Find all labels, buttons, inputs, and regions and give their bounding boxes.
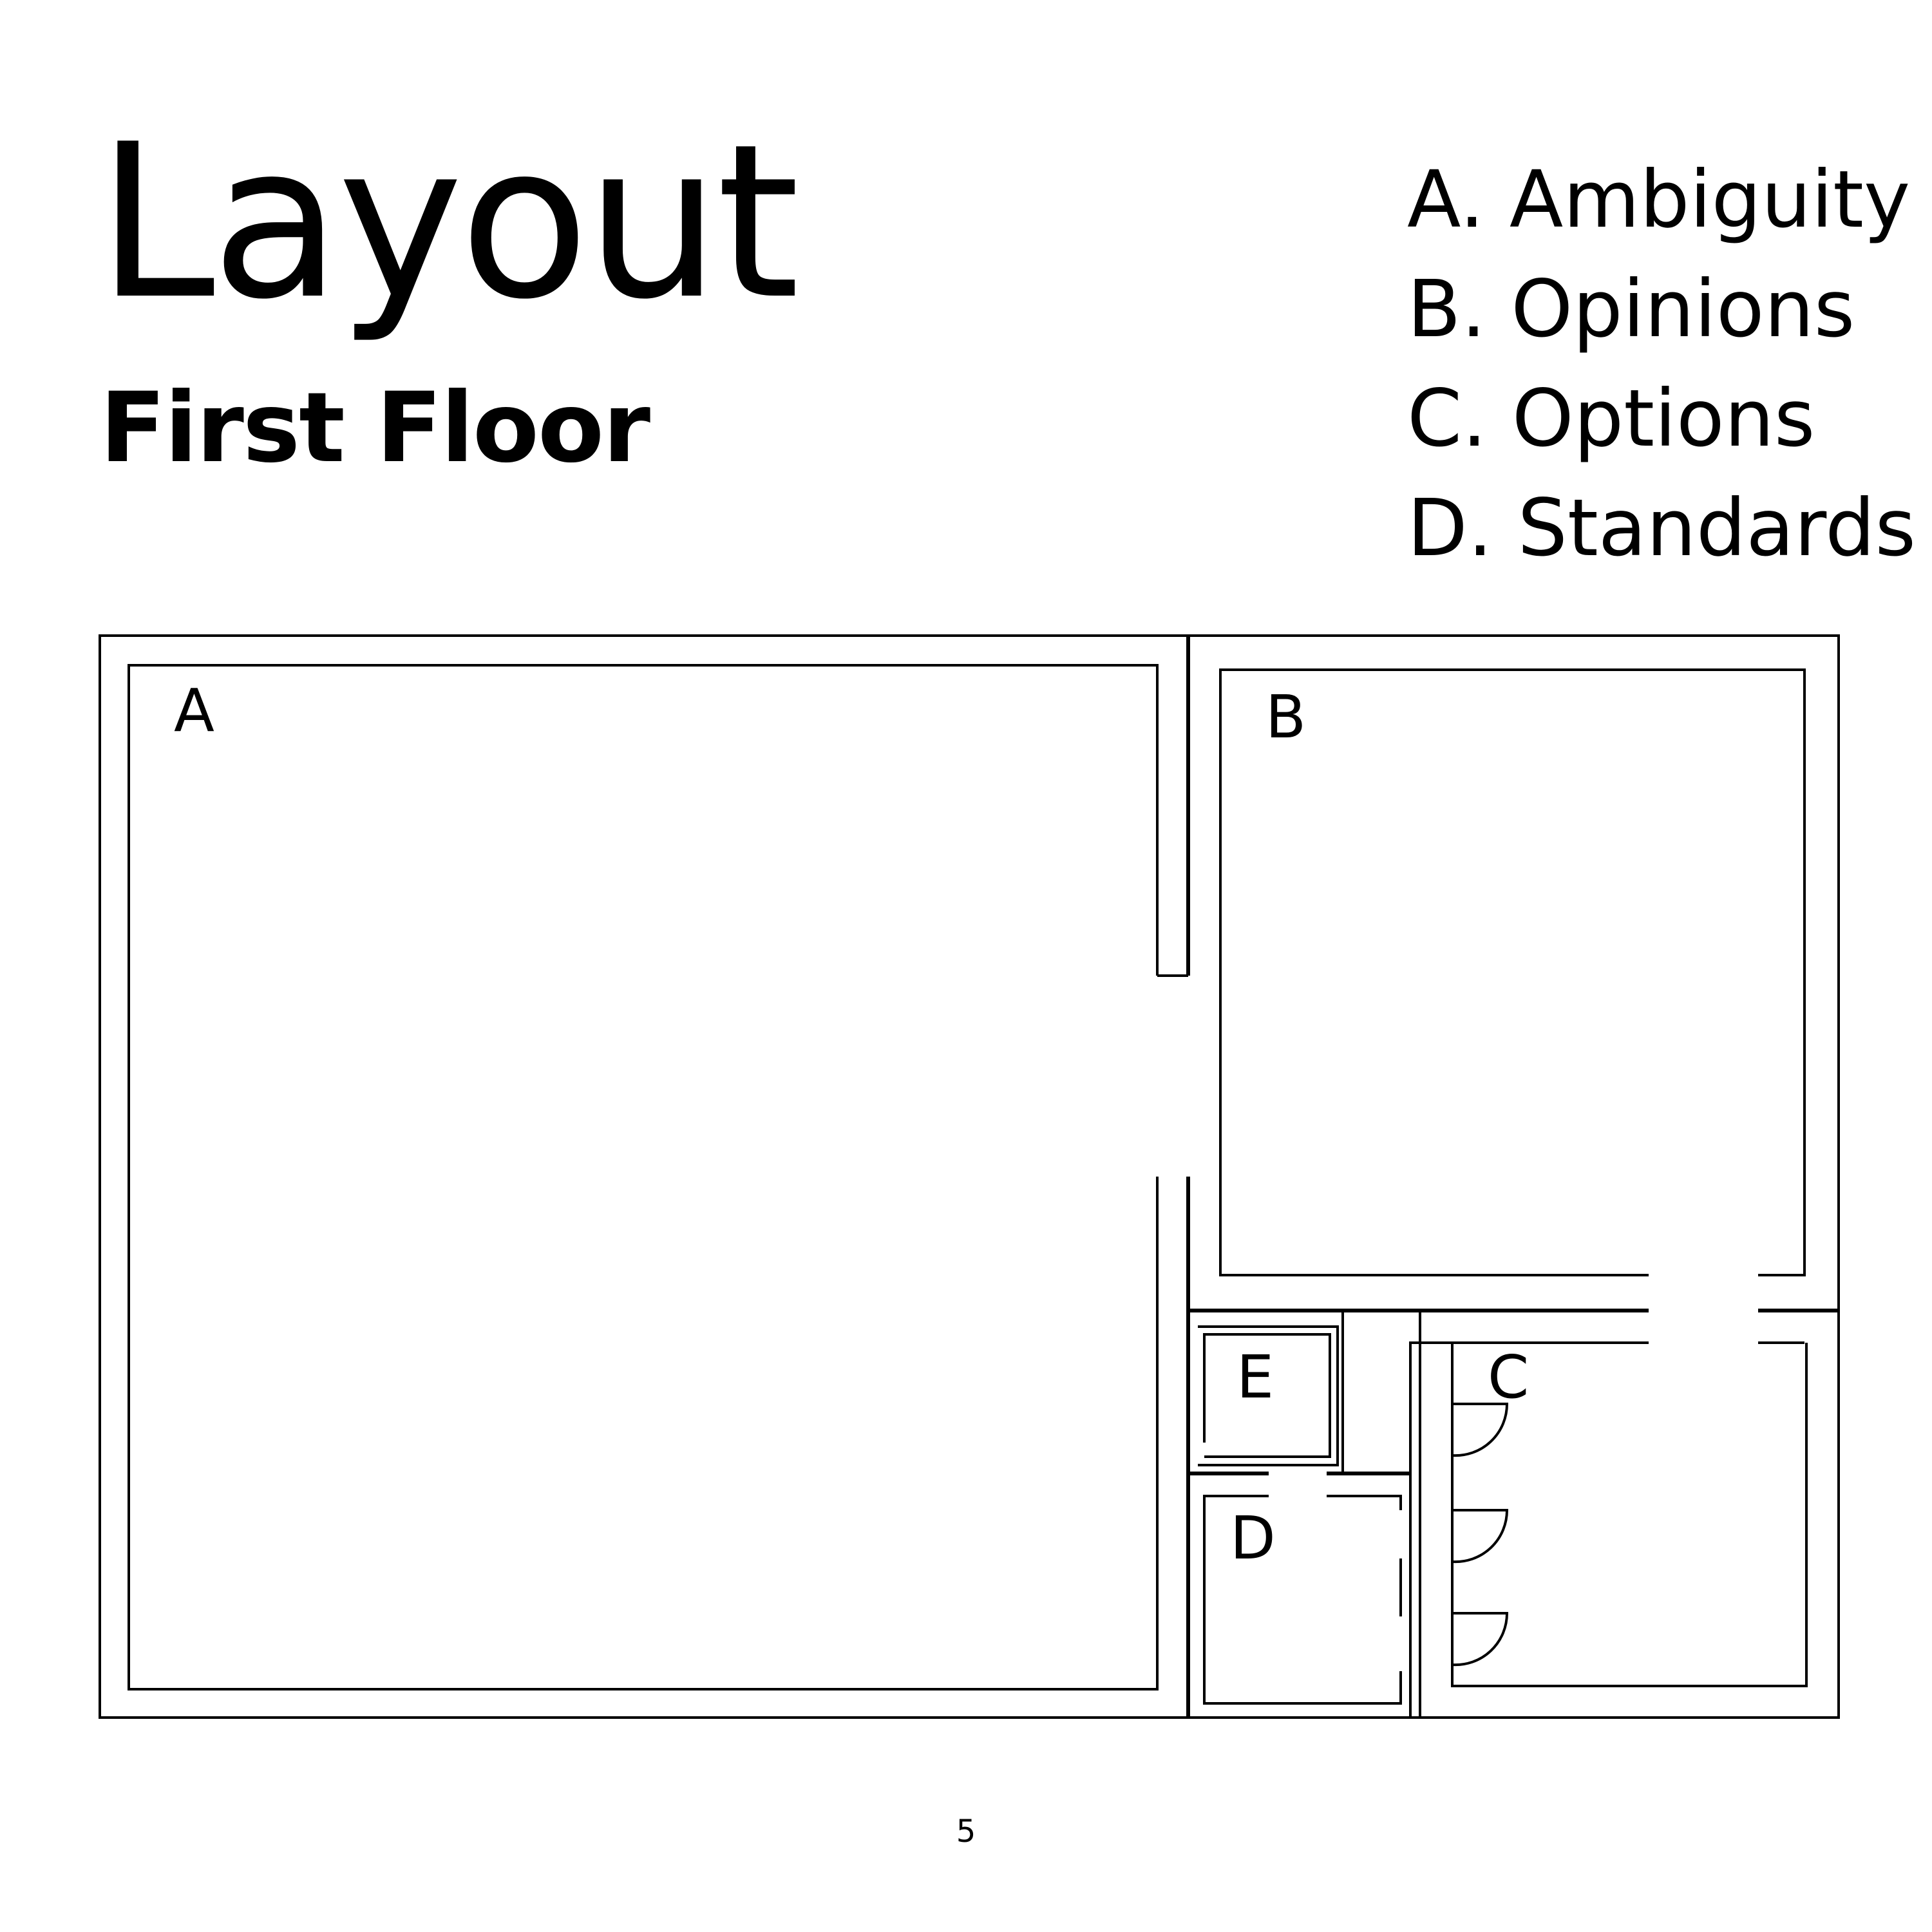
- room-d-right: [1327, 1495, 1402, 1510]
- service-chase: [1341, 1311, 1421, 1475]
- room-b-outline: [1219, 668, 1806, 1276]
- doorway-a-b: [1153, 976, 1224, 1177]
- room-label-a: A: [174, 676, 214, 745]
- room-label-d: D: [1230, 1504, 1276, 1573]
- room-a-outline: [128, 664, 1159, 1690]
- room-label-b: B: [1265, 683, 1306, 752]
- door-swing-3-icon: [1452, 1612, 1509, 1667]
- room-label-e: E: [1236, 1343, 1274, 1412]
- door-swing-1-icon: [1452, 1403, 1509, 1457]
- floor-plan: A B C D E: [99, 634, 1840, 1719]
- page-number: 5: [956, 1814, 976, 1850]
- room-label-c: C: [1488, 1343, 1529, 1412]
- outer-wall: [99, 634, 1840, 1719]
- door-swing-2-icon: [1452, 1509, 1509, 1564]
